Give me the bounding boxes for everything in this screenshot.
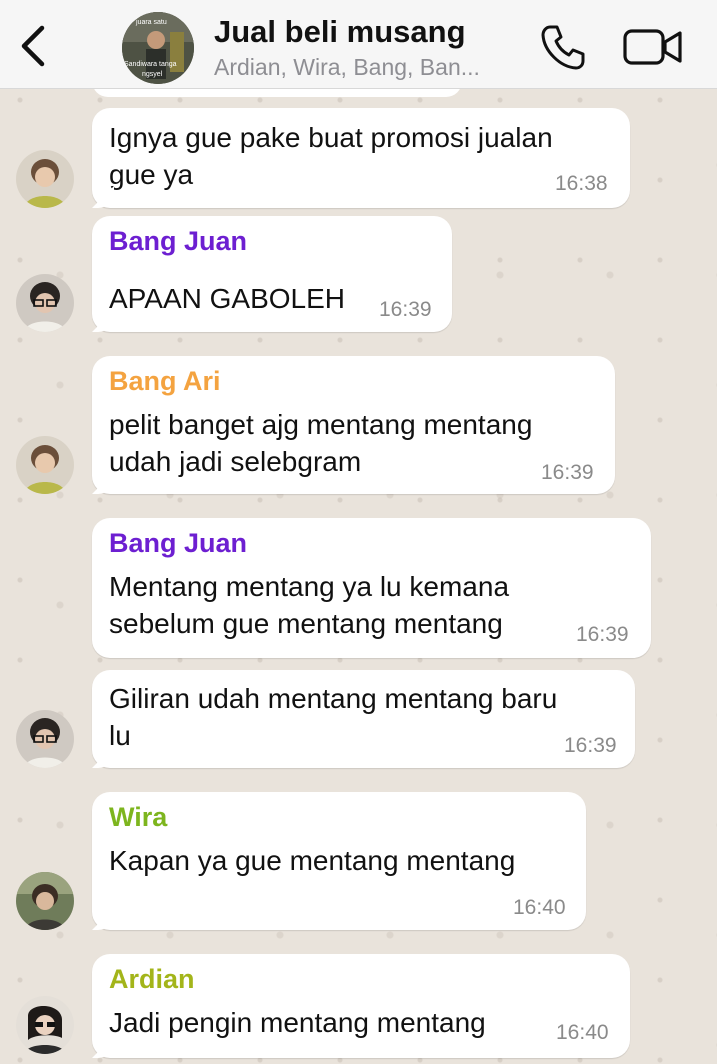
- bubble-tail: [104, 108, 105, 208]
- sender-name[interactable]: Bang Ari: [109, 366, 221, 397]
- message-bubble[interactable]: Bang Juan Mentang mentang ya lu kemana s…: [92, 518, 651, 658]
- back-chevron-icon[interactable]: [14, 24, 54, 68]
- sender-name[interactable]: Bang Juan: [109, 528, 247, 559]
- chat-header: juara satu Sandiwara tanga ngsyel Jual b…: [0, 0, 717, 89]
- message-bubble[interactable]: Ignya gue pake buat promosi jualan gue y…: [92, 108, 630, 208]
- message-bubble[interactable]: Giliran udah mentang mentang baru lu 16:…: [92, 670, 635, 768]
- message-bubble[interactable]: Bang Juan APAAN GABOLEH 16:39: [92, 216, 452, 332]
- avatar[interactable]: [16, 436, 74, 494]
- message-time: 16:39: [564, 734, 617, 757]
- message-bubble[interactable]: Ardian Jadi pengin mentang mentang 16:40: [92, 954, 630, 1058]
- chat-members[interactable]: Ardian, Wira, Bang, Ban...: [214, 54, 534, 81]
- avatar[interactable]: [16, 872, 74, 930]
- sender-name[interactable]: Ardian: [109, 964, 195, 995]
- message-text: Jadi pengin mentang mentang: [109, 1007, 486, 1038]
- message-time: 16:38: [555, 172, 608, 195]
- message-text: Kapan ya gue mentang mentang: [109, 845, 516, 876]
- avatar[interactable]: [16, 274, 74, 332]
- bubble-tail: [104, 792, 105, 930]
- phone-call-icon[interactable]: [538, 22, 588, 72]
- bubble-tail: [104, 216, 105, 332]
- message-time: 16:40: [513, 896, 566, 919]
- video-call-icon[interactable]: [622, 26, 684, 68]
- message-time: 16:40: [556, 1021, 609, 1044]
- avatar[interactable]: [16, 996, 74, 1054]
- group-avatar[interactable]: juara satu Sandiwara tanga ngsyel: [122, 12, 194, 84]
- message-text: APAAN GABOLEH: [109, 283, 346, 314]
- message-text: pelit banget ajg mentang mentang udah ja…: [109, 409, 533, 477]
- group-avatar-caption-mid: Sandiwara tanga: [124, 61, 177, 68]
- message-text: Mentang mentang ya lu kemana sebelum gue…: [109, 571, 510, 639]
- message-time: 16:39: [379, 298, 432, 321]
- bubble-tail: [104, 670, 105, 768]
- bubble-tail: [104, 954, 105, 1058]
- sender-name[interactable]: Bang Juan: [109, 226, 247, 257]
- message-bubble[interactable]: Wira Kapan ya gue mentang mentang 16:40: [92, 792, 586, 930]
- sender-name[interactable]: Wira: [109, 802, 167, 833]
- message-bubble[interactable]: Bang Ari pelit banget ajg mentang mentan…: [92, 356, 615, 494]
- message-time: 16:39: [541, 461, 594, 484]
- bubble-tail: [104, 356, 105, 494]
- chat-title[interactable]: Jual beli musang: [214, 14, 466, 50]
- message-text: Giliran udah mentang mentang baru lu: [109, 683, 558, 751]
- avatar[interactable]: [16, 150, 74, 208]
- message-text: Ignya gue pake buat promosi jualan gue y…: [109, 122, 553, 190]
- message-time: 16:39: [576, 623, 629, 646]
- group-avatar-caption-bottom: ngsyel: [142, 71, 163, 78]
- group-avatar-caption-top: juara satu: [135, 19, 167, 26]
- avatar[interactable]: [16, 710, 74, 768]
